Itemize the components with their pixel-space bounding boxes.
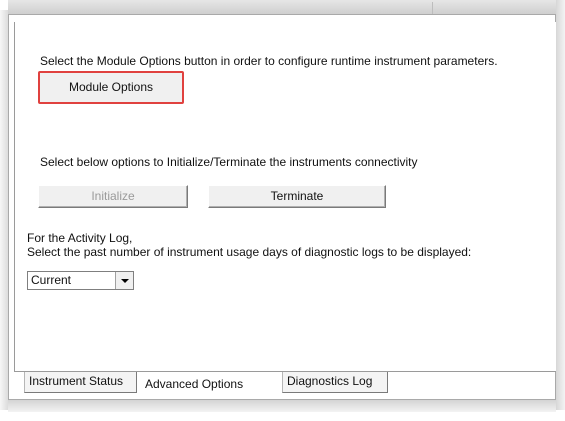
log-days-select-value: Current [31,273,72,287]
log-days-instruction: Select the past number of instrument usa… [27,245,472,259]
module-options-button[interactable]: Module Options [41,74,181,101]
window-shadow-bottom [8,400,556,412]
terminate-button[interactable]: Terminate [208,185,386,208]
window-shadow-right [556,0,565,410]
chevron-down-icon [121,279,129,283]
activity-log-label: For the Activity Log, [27,231,133,245]
connectivity-instruction: Select below options to Initialize/Termi… [40,155,418,169]
window-top-edge [8,0,556,15]
tab-diagnostics-log[interactable]: Diagnostics Log [282,372,388,393]
tab-advanced-options[interactable]: Advanced Options [141,375,283,396]
tab-instrument-status[interactable]: Instrument Status [24,372,137,393]
dropdown-arrow-button[interactable] [115,272,133,289]
initialize-button[interactable]: Initialize [38,185,188,208]
window-top-divider [432,2,433,14]
window-shadow-left [0,10,8,410]
module-options-instruction: Select the Module Options button in orde… [40,54,498,68]
log-days-select[interactable]: Current [27,271,134,290]
